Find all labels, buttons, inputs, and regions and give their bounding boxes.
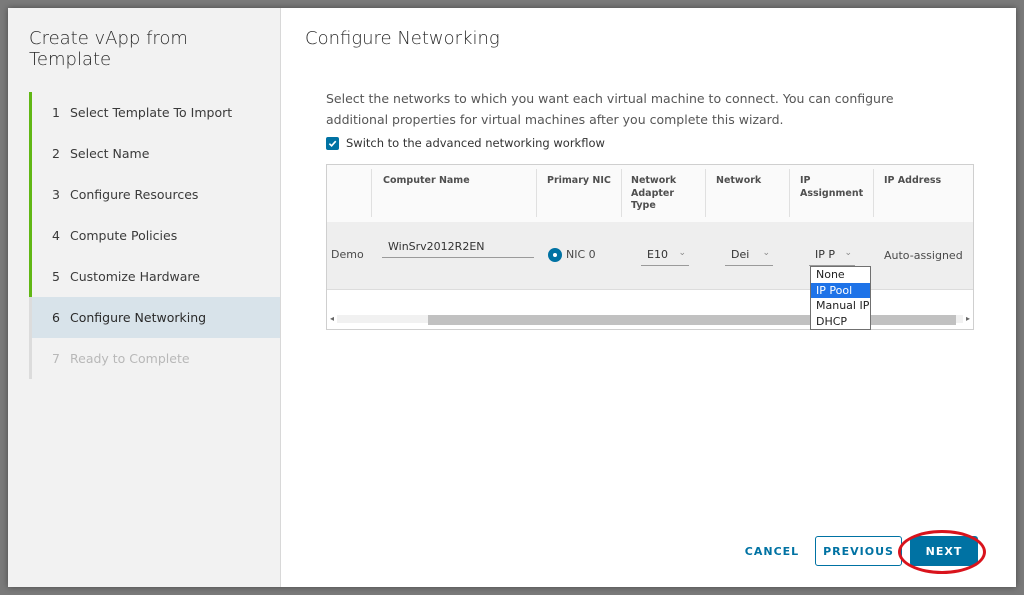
step-customize-hardware[interactable]: 5 Customize Hardware (29, 256, 280, 297)
wizard-sidebar: Create vApp from Template 1 Select Templa… (8, 8, 281, 587)
option-none[interactable]: None (811, 267, 870, 283)
option-dhcp[interactable]: DHCP (811, 314, 870, 330)
networking-grid: Computer Name Primary NIC Network Adapte… (326, 164, 974, 330)
adapter-type-value: E10 (647, 248, 668, 261)
advanced-networking-label: Switch to the advanced networking workfl… (346, 136, 605, 150)
ip-assignment-select[interactable]: IP P ⌄ (809, 248, 855, 266)
step-label: Select Name (70, 146, 150, 161)
step-label: Configure Resources (70, 187, 199, 202)
step-number: 5 (52, 269, 60, 284)
option-ip-pool[interactable]: IP Pool (811, 282, 870, 298)
next-button[interactable]: NEXT (910, 536, 978, 566)
step-number: 7 (52, 351, 60, 366)
step-number: 3 (52, 187, 60, 202)
step-ready-to-complete: 7 Ready to Complete (29, 338, 280, 379)
scroll-right-icon[interactable]: ▸ (966, 314, 970, 323)
col-computer-name[interactable]: Computer Name (383, 175, 470, 188)
ip-address-value: Auto-assigned (884, 249, 963, 262)
option-manual-ip[interactable]: Manual IP (811, 298, 870, 314)
network-value: Dei (731, 248, 750, 261)
step-label: Select Template To Import (70, 105, 233, 120)
ip-assignment-dropdown: None IP Pool Manual IP DHCP (810, 266, 871, 330)
col-ip-address[interactable]: IP Address (884, 175, 941, 188)
col-primary-nic[interactable]: Primary NIC (547, 175, 611, 188)
step-number: 4 (52, 228, 60, 243)
step-configure-networking[interactable]: 6 Configure Networking (29, 297, 280, 338)
computer-name-input[interactable]: WinSrv2012R2EN (382, 240, 534, 258)
step-select-template[interactable]: 1 Select Template To Import (29, 92, 280, 133)
vm-name: Demo (331, 248, 364, 261)
wizard-content: Configure Networking Select the networks… (281, 8, 1016, 587)
scroll-thumb[interactable] (428, 315, 956, 325)
step-select-name[interactable]: 2 Select Name (29, 133, 280, 174)
primary-nic-radio[interactable] (548, 248, 562, 262)
wizard-steps: 1 Select Template To Import 2 Select Name … (29, 92, 280, 379)
cancel-button[interactable]: CANCEL (737, 536, 807, 566)
chevron-down-icon: ⌄ (762, 248, 770, 258)
grid-header: Computer Name Primary NIC Network Adapte… (327, 165, 973, 223)
step-label: Customize Hardware (70, 269, 200, 284)
previous-button[interactable]: PREVIOUS (815, 536, 902, 566)
step-label: Compute Policies (70, 228, 178, 243)
chevron-down-icon: ⌄ (844, 248, 852, 258)
scroll-left-icon[interactable]: ◂ (330, 314, 334, 323)
wizard-modal: Create vApp from Template 1 Select Templa… (8, 8, 1016, 587)
col-ip-assignment[interactable]: IP Assignment (800, 175, 866, 200)
step-configure-resources[interactable]: 3 Configure Resources (29, 174, 280, 215)
step-number: 1 (52, 105, 60, 120)
nic-label: NIC 0 (566, 248, 596, 261)
horizontal-scrollbar[interactable]: ◂ ▸ (327, 311, 973, 325)
page-title: Configure Networking (305, 28, 500, 49)
col-network[interactable]: Network (716, 175, 761, 188)
step-label: Configure Networking (70, 310, 207, 325)
page-description: Select the networks to which you want ea… (326, 91, 894, 127)
advanced-networking-option[interactable]: Switch to the advanced networking workfl… (326, 136, 605, 150)
checkbox-checked-icon[interactable] (326, 136, 339, 150)
step-number: 6 (52, 310, 60, 325)
chevron-down-icon: ⌄ (678, 248, 686, 258)
table-row: Demo WinSrv2012R2EN NIC 0 E10 ⌄ Dei ⌄ IP P… (327, 222, 973, 290)
step-compute-policies[interactable]: 4 Compute Policies (29, 215, 280, 256)
network-select[interactable]: Dei ⌄ (725, 248, 773, 266)
step-number: 2 (52, 146, 60, 161)
adapter-type-select[interactable]: E10 ⌄ (641, 248, 689, 266)
col-network-adapter-type[interactable]: Network Adapter Type (631, 175, 683, 213)
ip-assignment-value: IP P (815, 248, 836, 261)
wizard-title: Create vApp from Template (29, 28, 188, 70)
step-label: Ready to Complete (70, 351, 190, 366)
